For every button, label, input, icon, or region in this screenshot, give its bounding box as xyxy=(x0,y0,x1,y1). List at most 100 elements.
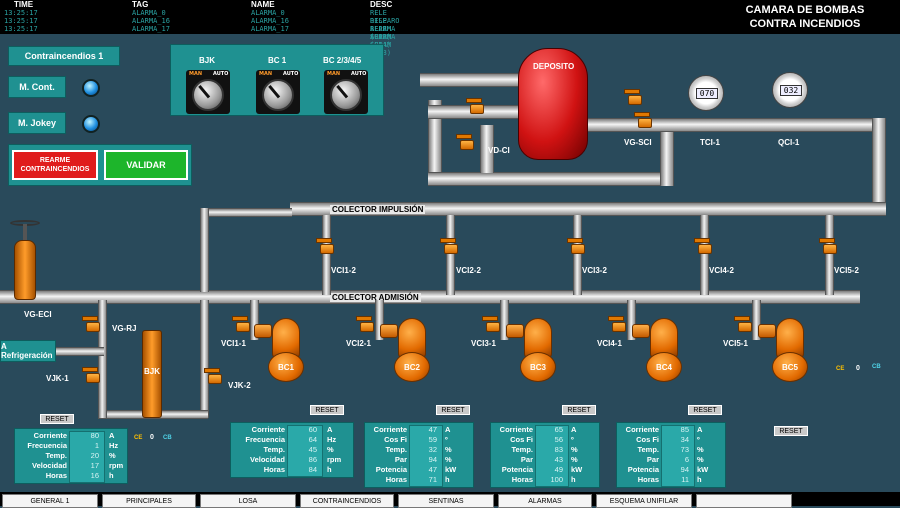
table-unit: A xyxy=(327,425,333,434)
table-key: Cos Fi xyxy=(510,435,533,444)
table-row: Horas 100 h xyxy=(491,475,599,485)
valve-icon[interactable] xyxy=(466,98,484,114)
reset-button-bjk[interactable]: RESET xyxy=(40,414,74,424)
alarm-header-time: TIME xyxy=(14,0,34,9)
table-unit: % xyxy=(445,445,452,454)
validar-button[interactable]: VALIDAR xyxy=(104,150,188,180)
bjk-cb-label: CB xyxy=(163,435,172,441)
selector-switch-bc1[interactable]: MAN AUTO xyxy=(256,70,300,114)
reset-button-bc3[interactable]: RESET xyxy=(562,405,596,415)
valve-icon[interactable] xyxy=(634,112,652,128)
vci3-1-valve-icon[interactable] xyxy=(482,316,500,332)
pipe xyxy=(98,300,107,418)
table-bjk: Corriente 80 A Frecuencia 1 Hz Temp. 20% Velocid… xyxy=(14,428,128,484)
vci5-2-valve-icon[interactable] xyxy=(819,238,837,254)
table-key: Temp. xyxy=(45,451,67,460)
vci5-1-label: VCI5-1 xyxy=(723,339,748,348)
table-key: Temp. xyxy=(511,445,533,454)
motor-side xyxy=(506,324,524,338)
vg-eci-valve-icon[interactable] xyxy=(8,220,42,310)
table-unit: % xyxy=(327,445,334,454)
table-bc1: Corriente 60 A Frecuencia 64 Hz Temp. 45% Veloci… xyxy=(230,422,354,478)
selector-knob[interactable] xyxy=(330,79,362,111)
reset-button-bc4[interactable]: RESET xyxy=(688,405,722,415)
reset-button-bc2[interactable]: RESET xyxy=(436,405,470,415)
pump-bc4[interactable]: BC4 xyxy=(632,318,682,386)
vjk-2-valve-icon[interactable] xyxy=(204,368,222,384)
table-bc3: Corriente 65 A Cos Fi 56 º Temp. 83% Par 43% Poten… xyxy=(490,422,600,488)
pump-label: BC2 xyxy=(394,352,430,382)
pipe xyxy=(872,118,886,208)
vg-rj-valve-icon[interactable] xyxy=(82,316,100,332)
pipe xyxy=(322,215,331,295)
table-unit: kW xyxy=(571,465,583,474)
title-line-1: CAMARA DE BOMBAS xyxy=(745,4,865,16)
table-value: 49 xyxy=(554,465,563,474)
table-key: Temp. xyxy=(385,445,407,454)
pump-bc2[interactable]: BC2 xyxy=(380,318,430,386)
vci1-2-label: VCI1-2 xyxy=(331,266,356,275)
alarm-name: ALARMA_16 xyxy=(251,17,289,25)
selector-switch-bjk[interactable]: MAN AUTO xyxy=(186,70,230,114)
vd-ci-label: VD-CI xyxy=(488,146,510,155)
table-unit: º xyxy=(571,435,574,444)
table-value: 85 xyxy=(680,425,689,434)
vci1-1-valve-icon[interactable] xyxy=(232,316,250,332)
pump-bc3[interactable]: BC3 xyxy=(506,318,556,386)
alarm-header-name: NAME xyxy=(251,0,275,9)
table-unit: h xyxy=(327,465,332,474)
pump-bc5[interactable]: BC5 xyxy=(758,318,808,386)
vci2-1-valve-icon[interactable] xyxy=(356,316,374,332)
selector-knob[interactable] xyxy=(192,79,224,111)
table-row: Frecuencia 1 Hz xyxy=(15,441,127,451)
table-value: 84 xyxy=(308,465,317,474)
vci4-2-valve-icon[interactable] xyxy=(694,238,712,254)
vg-sci-valve-icon[interactable] xyxy=(624,89,642,105)
table-key: Potencia xyxy=(375,465,407,474)
pipe xyxy=(420,73,520,87)
vjk-1-valve-icon[interactable] xyxy=(82,367,100,383)
table-value: 59 xyxy=(428,435,437,444)
vd-ci-valve-icon[interactable] xyxy=(456,134,474,150)
table-row: Temp. 83% xyxy=(491,445,599,455)
pump-bc1[interactable]: BC1 xyxy=(254,318,304,386)
man-label: MAN xyxy=(259,71,273,77)
table-key: Corriente xyxy=(499,425,533,434)
alarm-time: 13:25:17 xyxy=(4,25,38,33)
selector-switch-bc2345[interactable]: MAN AUTO xyxy=(324,70,368,114)
table-unit: kW xyxy=(697,465,709,474)
table-row: Potencia 47 kW xyxy=(365,465,473,475)
rearme-contraincendios-button[interactable]: REARME CONTRAINCENDIOS xyxy=(12,150,98,180)
table-row: Temp. 45% xyxy=(231,445,353,455)
table-unit: A xyxy=(109,431,115,440)
vg-eci-label: VG-ECI xyxy=(24,310,52,319)
alarm-time: 13:25:17 xyxy=(4,17,38,25)
table-value: 17 xyxy=(90,461,99,470)
vci5-1-valve-icon[interactable] xyxy=(734,316,752,332)
alarm-banner[interactable]: TIME TAG NAME DESC 13:25:17 ALARMA_0 ALA… xyxy=(0,0,710,57)
table-key: Corriente xyxy=(625,425,659,434)
vci2-2-valve-icon[interactable] xyxy=(440,238,458,254)
vci4-1-valve-icon[interactable] xyxy=(608,316,626,332)
vci3-2-valve-icon[interactable] xyxy=(567,238,585,254)
pump-label: BC3 xyxy=(520,352,556,382)
refrigeracion-label: A Refrigeración xyxy=(0,340,56,362)
table-row: Temp. 73% xyxy=(617,445,725,455)
bjk-pump-icon[interactable] xyxy=(140,330,164,426)
table-value: 80 xyxy=(90,431,99,440)
table-row: Potencia 49 kW xyxy=(491,465,599,475)
table-row: Corriente 80 A xyxy=(15,431,127,441)
motor-side xyxy=(380,324,398,338)
table-unit: Hz xyxy=(109,441,119,450)
table-row: Corriente 60 A xyxy=(231,425,353,435)
reset-button-bc5[interactable]: RESET xyxy=(774,426,808,436)
alarm-header-desc: DESC xyxy=(370,0,393,9)
selector-knob[interactable] xyxy=(262,79,294,111)
man-label: MAN xyxy=(327,71,341,77)
pump-label: BC1 xyxy=(268,352,304,382)
vci1-2-valve-icon[interactable] xyxy=(316,238,334,254)
table-key: Corriente xyxy=(373,425,407,434)
table-unit: h xyxy=(697,475,702,484)
vjk-2-label: VJK-2 xyxy=(228,381,251,390)
reset-button-bc1[interactable]: RESET xyxy=(310,405,344,415)
